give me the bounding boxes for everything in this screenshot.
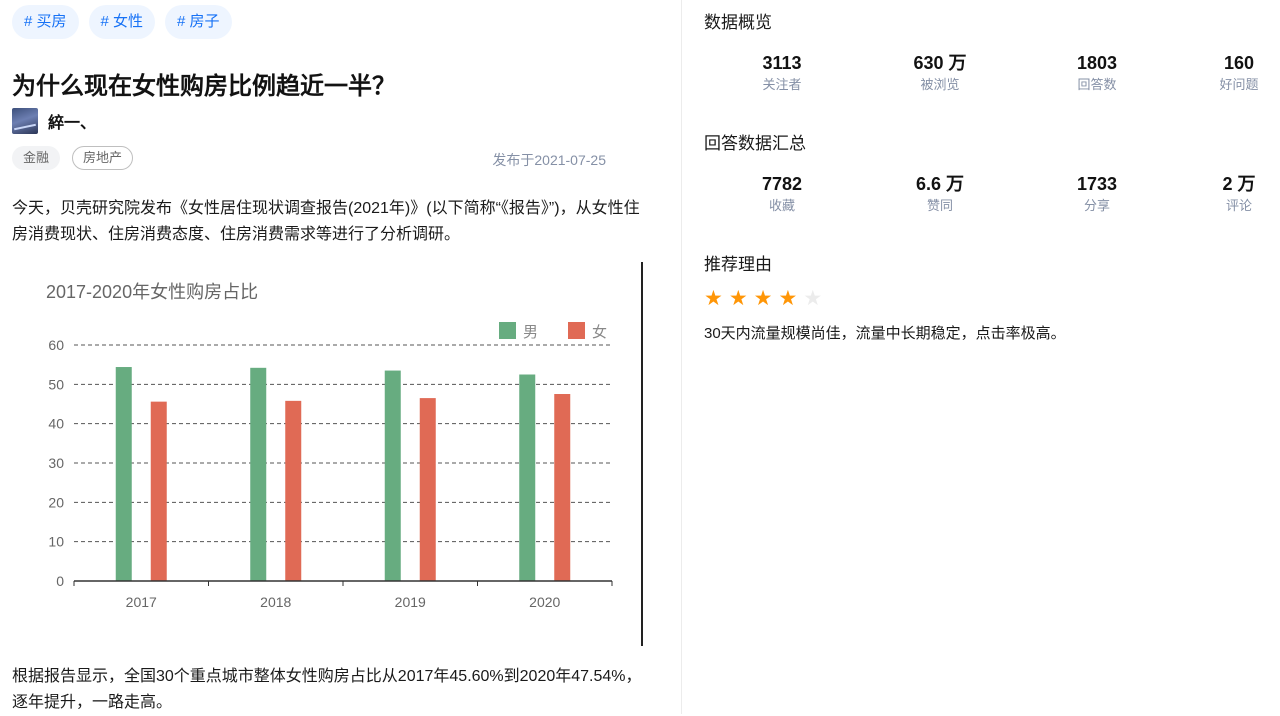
x-tick-label: 2020 — [529, 594, 560, 610]
recommend-title: 推荐理由 — [704, 255, 772, 274]
stat-label: 赞同 — [926, 198, 953, 213]
stat-shares: 1733 分享 — [1037, 173, 1157, 216]
recommend-reason: 30天内流量规模尚佳，流量中长期稳定，点击率极高。 — [704, 325, 1066, 342]
star-filled-icon: ★ — [753, 287, 773, 310]
stat-views: 630 万 被浏览 — [880, 52, 1000, 95]
stat-value: 1803 — [1076, 53, 1118, 73]
legend-label: 男 — [523, 324, 538, 341]
tag-women[interactable]: # 女性 — [88, 5, 156, 39]
y-tick-label: 20 — [48, 494, 64, 510]
bar-2017-1 — [150, 401, 167, 581]
bar-2020-0 — [519, 374, 536, 581]
stat-label: 关注者 — [762, 77, 802, 92]
article-panel: # 买房 # 女性 # 房子 为什么现在女性购房比例趋近一半？ 綷一、 金融 房… — [0, 0, 660, 714]
bar-2019-1 — [419, 398, 436, 581]
y-tick-label: 30 — [48, 455, 64, 471]
stat-label: 好问题 — [1219, 77, 1259, 92]
topic-list: 金融 房地产 — [12, 146, 134, 170]
x-tick-label: 2019 — [395, 594, 426, 610]
bar-2018-0 — [250, 367, 267, 581]
stat-label: 被浏览 — [920, 77, 960, 92]
author-name[interactable]: 綷一、 — [48, 109, 96, 133]
divider-line — [641, 262, 643, 646]
rating-stars: ★ ★ ★ ★ ★ — [704, 288, 822, 310]
stat-followers: 3113 关注者 — [722, 52, 842, 95]
answers-summary-title: 回答数据汇总 — [704, 134, 806, 153]
bar-2017-0 — [115, 367, 132, 581]
overview-title: 数据概览 — [704, 13, 772, 32]
y-tick-label: 10 — [48, 534, 64, 550]
bar-2020-1 — [554, 394, 571, 581]
stat-value: 7782 — [761, 174, 803, 194]
bar-2018-1 — [285, 400, 302, 581]
y-tick-label: 40 — [48, 416, 64, 432]
stat-favorites: 7782 收藏 — [722, 173, 842, 216]
tag-list: # 买房 # 女性 # 房子 — [12, 5, 232, 39]
article-paragraph: 今天，贝壳研究院发布《女性居住现状调查报告(2021年)》(以下简称“《报告》”… — [12, 200, 640, 243]
author-row[interactable]: 綷一、 — [12, 108, 96, 134]
x-tick-label: 2017 — [126, 594, 157, 610]
tag-buy-house[interactable]: # 买房 — [12, 5, 79, 39]
stat-value: 3113 — [762, 53, 802, 73]
star-empty-icon: ★ — [803, 287, 823, 310]
stat-answers: 1803 回答数 — [1037, 52, 1157, 95]
tag-house[interactable]: # 房子 — [165, 5, 232, 39]
stat-value: 2 万 — [1222, 174, 1256, 194]
stat-value: 1733 — [1076, 174, 1118, 194]
star-filled-icon: ★ — [778, 287, 798, 310]
stat-label: 回答数 — [1077, 77, 1117, 92]
y-tick-label: 50 — [48, 376, 64, 392]
stat-comments: 2 万 评论 — [1199, 173, 1279, 216]
stat-value: 160 — [1223, 53, 1255, 73]
y-tick-label: 60 — [48, 337, 64, 353]
bar-2019-0 — [384, 370, 401, 581]
answers-stats: 7782 收藏 6.6 万 赞同 1733 分享 2 万 评论 — [704, 173, 1280, 217]
stat-value: 630 万 — [913, 53, 967, 73]
sidebar: 数据概览 3113 关注者 630 万 被浏览 1803 回答数 160 好问题… — [704, 0, 1280, 714]
legend-swatch — [499, 322, 516, 339]
chart-background — [12, 262, 644, 648]
legend-swatch — [568, 322, 585, 339]
chart-title: 2017-2020年女性购房占比 — [46, 282, 258, 302]
question-title[interactable]: 为什么现在女性购房比例趋近一半？ — [12, 66, 396, 101]
stat-label: 收藏 — [768, 198, 795, 213]
legend-label: 女 — [592, 323, 607, 341]
overview-stats: 3113 关注者 630 万 被浏览 1803 回答数 160 好问题 — [704, 52, 1280, 96]
x-tick-label: 2018 — [260, 594, 291, 610]
stat-label: 评论 — [1225, 198, 1252, 213]
stat-value: 6.6 万 — [915, 174, 965, 194]
stat-label: 分享 — [1083, 198, 1110, 213]
column-divider — [681, 0, 682, 714]
topic-finance[interactable]: 金融 — [12, 146, 61, 170]
topic-real-estate[interactable]: 房地产 — [72, 146, 134, 170]
article-paragraph: 根据报告显示，全国30个重点城市整体女性购房占比从2017年45.60%到202… — [12, 668, 642, 711]
bar-chart: 2017-2020年女性购房占比 0 10 20 30 40 50 60 2017 2018 2… — [12, 262, 644, 648]
avatar[interactable] — [12, 108, 38, 134]
y-tick-label: 0 — [56, 573, 64, 589]
stat-upvotes: 6.6 万 赞同 — [880, 173, 1000, 216]
publish-date: 发布于2021-07-25 — [492, 152, 606, 168]
star-filled-icon: ★ — [704, 287, 723, 310]
star-filled-icon: ★ — [728, 287, 748, 310]
stat-good-question: 160 好问题 — [1199, 52, 1279, 95]
